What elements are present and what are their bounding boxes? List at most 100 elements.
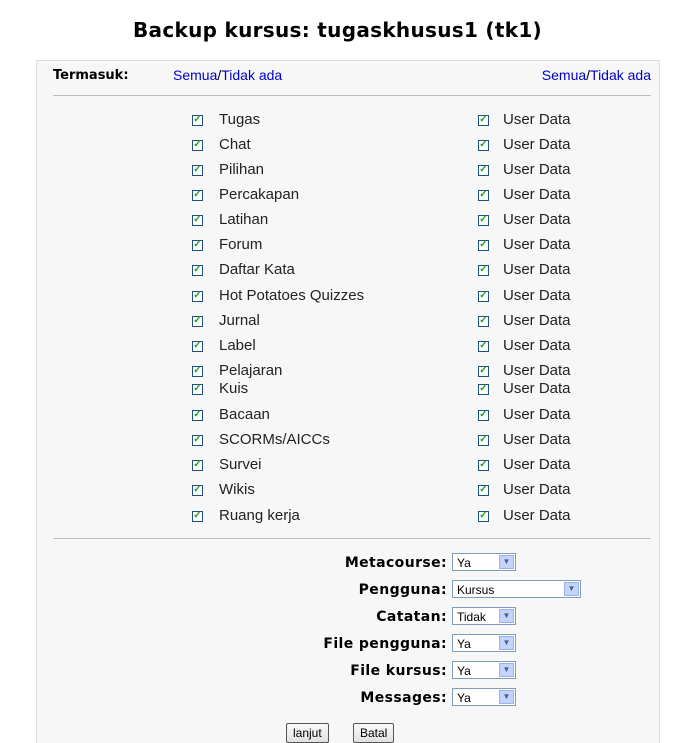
chevron-down-icon: ▼ <box>499 663 514 677</box>
chevron-down-icon: ▼ <box>499 636 514 650</box>
module-checkbox[interactable]: ✓ <box>192 341 203 352</box>
cancel-button[interactable]: Batal <box>353 723 395 743</box>
module-checkbox[interactable]: ✓ <box>192 511 203 522</box>
module-row: ✓ Ruang kerja ✓ User Data <box>37 507 659 529</box>
userdata-label: User Data <box>503 261 571 278</box>
module-checkbox[interactable]: ✓ <box>192 215 203 226</box>
userdata-label: User Data <box>503 161 571 178</box>
option-file-pengguna: File pengguna: Ya ▼ <box>37 634 659 658</box>
module-name: Ruang kerja <box>219 507 300 524</box>
metacourse-select[interactable]: Ya ▼ <box>452 553 516 571</box>
userdata-label: User Data <box>503 481 571 498</box>
select-all-userdata-link[interactable]: Semua <box>542 67 586 83</box>
module-checkbox[interactable]: ✓ <box>192 240 203 251</box>
userdata-label: User Data <box>503 111 571 128</box>
userdata-checkbox[interactable]: ✓ <box>478 316 489 327</box>
module-row: ✓ Tugas ✓ User Data <box>37 111 659 133</box>
option-messages: Messages: Ya ▼ <box>37 688 659 712</box>
option-label: Catatan: <box>376 609 447 625</box>
option-label: Pengguna: <box>358 582 447 598</box>
select-value: Tidak <box>457 610 486 624</box>
userdata-checkbox[interactable]: ✓ <box>478 265 489 276</box>
module-checkbox[interactable]: ✓ <box>192 265 203 276</box>
userdata-checkbox[interactable]: ✓ <box>478 215 489 226</box>
userdata-label: User Data <box>503 431 571 448</box>
userdata-checkbox[interactable]: ✓ <box>478 410 489 421</box>
select-all-modules-link[interactable]: Semua <box>173 67 217 83</box>
userdata-checkbox[interactable]: ✓ <box>478 190 489 201</box>
module-name: Tugas <box>219 111 261 128</box>
module-name: Jurnal <box>219 312 260 329</box>
select-none-userdata-link[interactable]: Tidak ada <box>590 67 651 83</box>
module-row: ✓ Label ✓ User Data <box>37 337 659 359</box>
select-none-modules-link[interactable]: Tidak ada <box>221 67 282 83</box>
divider-top <box>53 95 651 96</box>
option-label: Messages: <box>360 690 447 706</box>
module-checkbox[interactable]: ✓ <box>192 435 203 446</box>
userdata-checkbox[interactable]: ✓ <box>478 485 489 496</box>
module-checkbox[interactable]: ✓ <box>192 485 203 496</box>
userdata-label: User Data <box>503 380 571 397</box>
userdata-label: User Data <box>503 186 571 203</box>
select-value: Ya <box>457 691 471 705</box>
chevron-down-icon: ▼ <box>499 555 514 569</box>
module-name: Daftar Kata <box>219 261 295 278</box>
module-name: Pilihan <box>219 161 265 178</box>
module-checkbox[interactable]: ✓ <box>192 316 203 327</box>
userdata-checkbox[interactable]: ✓ <box>478 165 489 176</box>
module-row: ✓ Pilihan ✓ User Data <box>37 161 659 183</box>
option-file-kursus: File kursus: Ya ▼ <box>37 661 659 685</box>
module-row: ✓ Daftar Kata ✓ User Data <box>37 261 659 283</box>
userdata-checkbox[interactable]: ✓ <box>478 291 489 302</box>
module-checkbox[interactable]: ✓ <box>192 366 203 377</box>
include-label: Termasuk: <box>53 68 129 83</box>
userdata-checkbox[interactable]: ✓ <box>478 240 489 251</box>
userdata-checkbox[interactable]: ✓ <box>478 341 489 352</box>
userdata-checkbox[interactable]: ✓ <box>478 460 489 471</box>
module-row: ✓ SCORMs/AICCs ✓ User Data <box>37 431 659 453</box>
module-checkbox[interactable]: ✓ <box>192 140 203 151</box>
module-name: SCORMs/AICCs <box>219 431 330 448</box>
user-files-select[interactable]: Ya ▼ <box>452 634 516 652</box>
module-row: ✓ Forum ✓ User Data <box>37 236 659 258</box>
module-row: ✓ Latihan ✓ User Data <box>37 211 659 233</box>
module-checkbox[interactable]: ✓ <box>192 165 203 176</box>
userdata-label: User Data <box>503 507 571 524</box>
module-checkbox[interactable]: ✓ <box>192 384 203 395</box>
userdata-checkbox[interactable]: ✓ <box>478 511 489 522</box>
module-checkbox[interactable]: ✓ <box>192 291 203 302</box>
module-checkbox[interactable]: ✓ <box>192 190 203 201</box>
continue-button[interactable]: lanjut <box>286 723 329 743</box>
module-row: ✓ Jurnal ✓ User Data <box>37 312 659 334</box>
userdata-checkbox[interactable]: ✓ <box>478 366 489 377</box>
select-value: Kursus <box>457 583 495 597</box>
userdata-checkbox[interactable]: ✓ <box>478 384 489 395</box>
userdata-checkbox[interactable]: ✓ <box>478 115 489 126</box>
divider-bottom <box>53 538 651 539</box>
chevron-down-icon: ▼ <box>499 609 514 623</box>
userdata-label: User Data <box>503 406 571 423</box>
select-value: Ya <box>457 637 471 651</box>
course-files-select[interactable]: Ya ▼ <box>452 661 516 679</box>
page-title: Backup kursus: tugaskhusus1 (tk1) <box>132 18 542 42</box>
module-name: Hot Potatoes Quizzes <box>219 287 365 304</box>
module-row: ✓ Bacaan ✓ User Data <box>37 406 659 428</box>
userdata-checkbox[interactable]: ✓ <box>478 435 489 446</box>
userdata-label: User Data <box>503 236 571 253</box>
option-label: Metacourse: <box>344 555 447 571</box>
option-catatan: Catatan: Tidak ▼ <box>37 607 659 631</box>
module-row: ✓ Percakapan ✓ User Data <box>37 186 659 208</box>
userdata-label: User Data <box>503 456 571 473</box>
select-value: Ya <box>457 664 471 678</box>
logs-select[interactable]: Tidak ▼ <box>452 607 516 625</box>
option-label: File pengguna: <box>323 636 447 652</box>
users-select[interactable]: Kursus ▼ <box>452 580 581 598</box>
messages-select[interactable]: Ya ▼ <box>452 688 516 706</box>
module-checkbox[interactable]: ✓ <box>192 115 203 126</box>
module-name: Kuis <box>219 380 249 397</box>
module-checkbox[interactable]: ✓ <box>192 410 203 421</box>
userdata-label: User Data <box>503 362 571 379</box>
userdata-checkbox[interactable]: ✓ <box>478 140 489 151</box>
chevron-down-icon: ▼ <box>499 690 514 704</box>
module-checkbox[interactable]: ✓ <box>192 460 203 471</box>
